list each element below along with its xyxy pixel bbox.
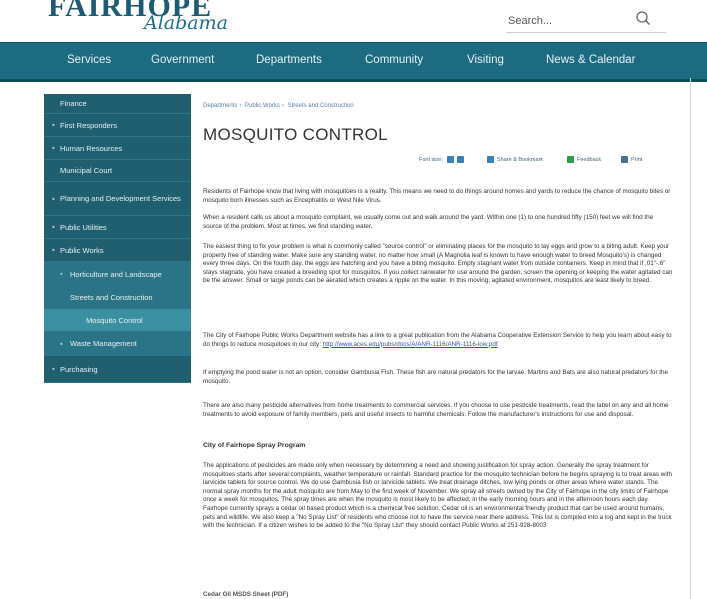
sidebar-item-label: Public Utilities bbox=[60, 222, 107, 232]
sidebar-item-label: Horticulture and Landscape bbox=[70, 269, 162, 279]
search-icon[interactable] bbox=[634, 10, 652, 28]
font-increase-icon[interactable] bbox=[446, 156, 454, 163]
main-nav: Services Government Departments Communit… bbox=[0, 42, 707, 82]
search-box bbox=[506, 10, 666, 33]
sidebar: Finance • First Responders • Human Resou… bbox=[44, 94, 191, 383]
font-decrease-icon[interactable] bbox=[456, 156, 464, 163]
site-logo-subtitle: Alabama bbox=[144, 12, 228, 34]
bullet-icon: • bbox=[52, 194, 55, 203]
page-title: MOSQUITO CONTROL bbox=[203, 125, 388, 144]
breadcrumb-departments[interactable]: Departments bbox=[203, 103, 237, 109]
sidebar-item-horticulture[interactable]: • Horticulture and Landscape bbox=[44, 262, 191, 287]
paragraph-spray-program: The applications of pesticides are made … bbox=[203, 462, 673, 530]
sidebar-item-municipal-court[interactable]: Municipal Court bbox=[44, 160, 191, 182]
sidebar-item-purchasing[interactable]: • Purchasing bbox=[44, 356, 191, 383]
bullet-icon: • bbox=[52, 364, 55, 374]
bullet-icon: • bbox=[60, 339, 63, 348]
msds-link[interactable]: Cedar Oil MSDS Sheet (PDF) bbox=[203, 591, 288, 598]
font-size-control: Font size: bbox=[419, 156, 467, 163]
sidebar-item-waste-management[interactable]: • Waste Management bbox=[44, 332, 191, 356]
paragraph-gambusia: If emptying the pond water is not an opt… bbox=[203, 369, 669, 385]
sidebar-item-label: Municipal Court bbox=[60, 166, 113, 175]
sidebar-item-public-works[interactable]: • Public Works bbox=[44, 239, 191, 262]
sidebar-item-human-resources[interactable]: • Human Resources bbox=[44, 137, 191, 160]
breadcrumb-streets[interactable]: Streets and Construction bbox=[288, 103, 354, 109]
nav-visiting[interactable]: Visiting bbox=[467, 54, 504, 66]
print-link[interactable]: Print bbox=[621, 156, 642, 163]
sidebar-item-label: Streets and Construction bbox=[70, 293, 153, 302]
nav-government[interactable]: Government bbox=[151, 54, 214, 66]
section-heading-spray-program: City of Fairhope Spray Program bbox=[203, 442, 306, 449]
sidebar-item-label: Purchasing bbox=[60, 364, 98, 374]
sidebar-item-label: Finance bbox=[60, 99, 87, 108]
share-icon bbox=[487, 156, 494, 163]
feedback-icon bbox=[567, 156, 574, 163]
sidebar-item-planning[interactable]: • Planning and Development Services bbox=[44, 182, 191, 216]
share-bookmark-link[interactable]: Share & Bookmark bbox=[487, 156, 543, 163]
page: FAIRHOPE Alabama Services Government Dep… bbox=[0, 0, 707, 599]
nav-services[interactable]: Services bbox=[67, 54, 111, 66]
sidebar-item-label: Planning and Development Services bbox=[60, 194, 181, 203]
paragraph-complaint: When a resident calls us about a mosquit… bbox=[203, 214, 654, 230]
sidebar-item-label: Human Resources bbox=[60, 143, 123, 153]
sidebar-item-label: First Responders bbox=[60, 120, 118, 130]
sidebar-item-label: Waste Management bbox=[70, 339, 137, 348]
paragraph-publication: The City of Fairhope Public Works Depart… bbox=[203, 332, 672, 348]
main-content: Departments › Public Works › Streets and C… bbox=[203, 103, 673, 598]
print-icon bbox=[621, 156, 628, 163]
bullet-icon: • bbox=[52, 222, 55, 232]
sidebar-item-finance[interactable]: Finance bbox=[44, 94, 191, 114]
nav-departments[interactable]: Departments bbox=[256, 54, 322, 66]
sidebar-item-label: Public Works bbox=[60, 245, 104, 255]
search-input[interactable] bbox=[506, 10, 630, 32]
bullet-icon: • bbox=[52, 245, 55, 255]
sidebar-item-mosquito-control[interactable]: Mosquito Control bbox=[44, 309, 191, 332]
site-header: FAIRHOPE Alabama bbox=[0, 0, 707, 42]
nav-community[interactable]: Community bbox=[365, 54, 423, 66]
bullet-icon: • bbox=[60, 269, 63, 279]
font-size-label: Font size: bbox=[419, 156, 443, 163]
sidebar-item-first-responders[interactable]: • First Responders bbox=[44, 114, 191, 137]
bullet-icon: • bbox=[52, 120, 55, 130]
sidebar-item-public-utilities[interactable]: • Public Utilities bbox=[44, 216, 191, 239]
paragraph-pesticides: There are also many pesticide alternativ… bbox=[203, 402, 669, 418]
bullet-icon: • bbox=[52, 143, 55, 153]
paragraph-intro: Residents of Fairhope know that living w… bbox=[203, 188, 671, 204]
frame-divider bbox=[690, 78, 691, 599]
sidebar-item-label: Mosquito Control bbox=[86, 315, 143, 325]
breadcrumb-public-works[interactable]: Public Works bbox=[245, 103, 280, 109]
paragraph-source-control: The easiest thing to fix your problem is… bbox=[203, 243, 673, 285]
feedback-link[interactable]: Feedback bbox=[567, 156, 601, 163]
publication-link[interactable]: http://www.aces.edu/pubs/docs/A/ANR-1116… bbox=[323, 341, 498, 348]
breadcrumb: Departments › Public Works › Streets and C… bbox=[203, 103, 354, 109]
page-tools: Font size: Share & Bookmark Feedback Pri… bbox=[419, 156, 673, 166]
nav-news-calendar[interactable]: News & Calendar bbox=[546, 54, 635, 66]
sidebar-item-streets[interactable]: Streets and Construction bbox=[44, 287, 191, 309]
